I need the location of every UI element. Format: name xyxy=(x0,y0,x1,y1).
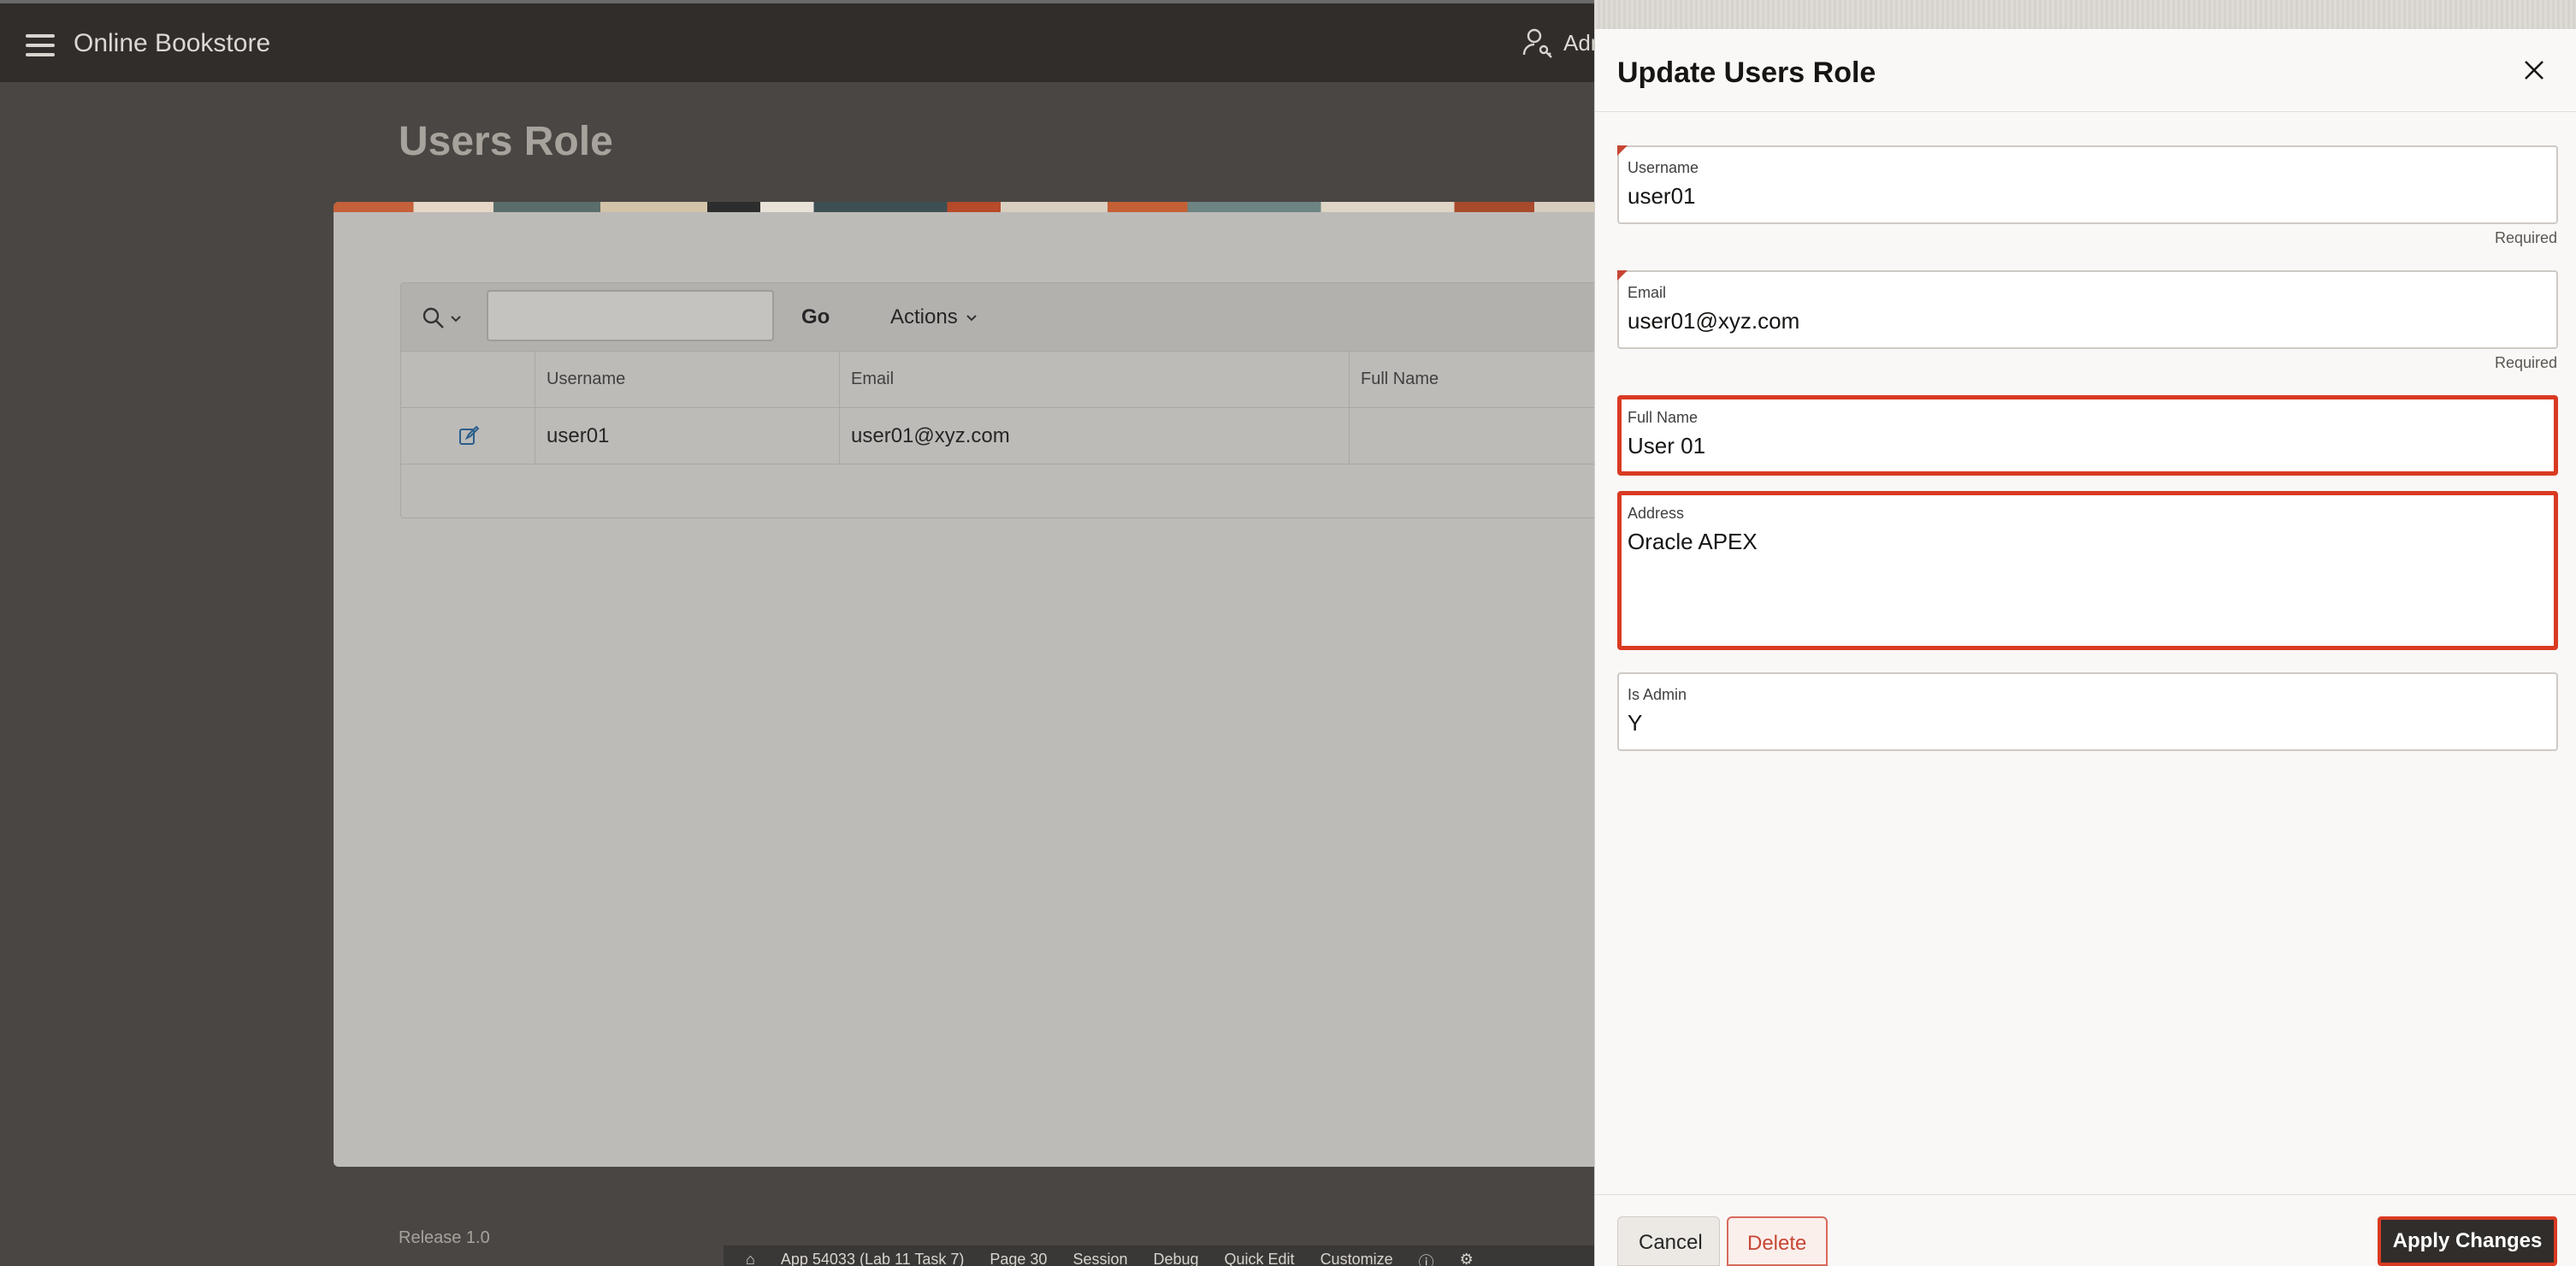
search-input[interactable] xyxy=(487,290,774,341)
dev-toolbar-customize[interactable]: Customize xyxy=(1320,1251,1393,1266)
table-row[interactable]: user01 user01@xyz.com xyxy=(401,408,1668,464)
full-name-label: Full Name xyxy=(1628,409,1699,426)
full-name-input[interactable] xyxy=(1628,433,2534,459)
release-version: Release 1.0 xyxy=(399,1228,490,1247)
is-admin-input[interactable] xyxy=(1628,710,2534,737)
apply-changes-button[interactable]: Apply Changes xyxy=(2378,1216,2557,1266)
close-icon[interactable] xyxy=(2520,56,2548,84)
actions-menu-button[interactable]: Actions xyxy=(890,305,978,329)
settings-icon[interactable]: ⚙ xyxy=(1460,1251,1474,1266)
update-users-role-dialog: Update Users Role Username Required Emai… xyxy=(1594,0,2576,1266)
username-label: Username xyxy=(1628,159,1699,176)
dev-toolbar-page[interactable]: Page 30 xyxy=(990,1251,1047,1266)
grid-header-row: Username Email Full Name xyxy=(401,352,1668,408)
edit-row-button[interactable] xyxy=(458,408,480,464)
interactive-grid: Go Actions Username Email Full Name user… xyxy=(400,282,1668,518)
column-header-username[interactable]: Username xyxy=(547,352,625,407)
username-field[interactable]: Username xyxy=(1617,145,2558,224)
delete-button[interactable]: Delete xyxy=(1727,1216,1828,1266)
is-admin-label: Is Admin xyxy=(1628,686,1687,703)
user-key-icon xyxy=(1522,28,1552,58)
go-button[interactable]: Go xyxy=(801,305,830,329)
dialog-top-stripe xyxy=(1595,0,2576,29)
actions-label: Actions xyxy=(890,305,958,328)
full-name-field[interactable]: Full Name xyxy=(1617,395,2558,476)
address-label: Address xyxy=(1628,505,1685,522)
address-field[interactable]: Address Oracle APEX xyxy=(1617,491,2558,650)
dev-toolbar-session[interactable]: Session xyxy=(1072,1251,1127,1266)
region-banner xyxy=(334,202,1668,212)
cell-username[interactable]: user01 xyxy=(547,408,609,464)
page-title: Users Role xyxy=(399,119,613,164)
chevron-down-icon xyxy=(966,315,977,322)
username-input[interactable] xyxy=(1628,183,2534,210)
search-column-button[interactable] xyxy=(422,304,468,333)
email-required-note: Required xyxy=(2494,354,2557,371)
email-label: Email xyxy=(1628,284,1667,301)
info-icon[interactable]: ⓘ xyxy=(1419,1251,1434,1266)
interactive-grid-region: Go Actions Username Email Full Name user… xyxy=(334,202,1668,1167)
is-admin-field[interactable]: Is Admin xyxy=(1617,672,2558,751)
username-required-note: Required xyxy=(2494,229,2557,246)
home-icon[interactable]: ⌂ xyxy=(746,1251,755,1266)
grid-toolbar: Go Actions xyxy=(401,283,1668,352)
edit-icon xyxy=(459,425,480,445)
cell-email[interactable]: user01@xyz.com xyxy=(851,408,1010,464)
dev-toolbar-app[interactable]: App 54033 (Lab 11 Task 7) xyxy=(781,1251,965,1266)
app-title[interactable]: Online Bookstore xyxy=(74,29,270,58)
address-textarea[interactable]: Oracle APEX xyxy=(1628,529,2534,555)
dev-toolbar-debug[interactable]: Debug xyxy=(1153,1251,1198,1266)
chevron-down-icon xyxy=(451,316,461,322)
column-header-full-name[interactable]: Full Name xyxy=(1361,352,1439,407)
divider xyxy=(1595,1194,2576,1195)
hamburger-icon[interactable] xyxy=(26,34,55,56)
search-icon xyxy=(422,307,444,328)
cancel-button[interactable]: Cancel xyxy=(1617,1216,1720,1266)
email-field[interactable]: Email xyxy=(1617,270,2558,349)
column-header-email[interactable]: Email xyxy=(851,352,894,407)
divider xyxy=(1595,111,2576,112)
email-input[interactable] xyxy=(1628,308,2534,334)
dialog-title: Update Users Role xyxy=(1617,56,1876,89)
dev-toolbar-quick-edit[interactable]: Quick Edit xyxy=(1225,1251,1295,1266)
